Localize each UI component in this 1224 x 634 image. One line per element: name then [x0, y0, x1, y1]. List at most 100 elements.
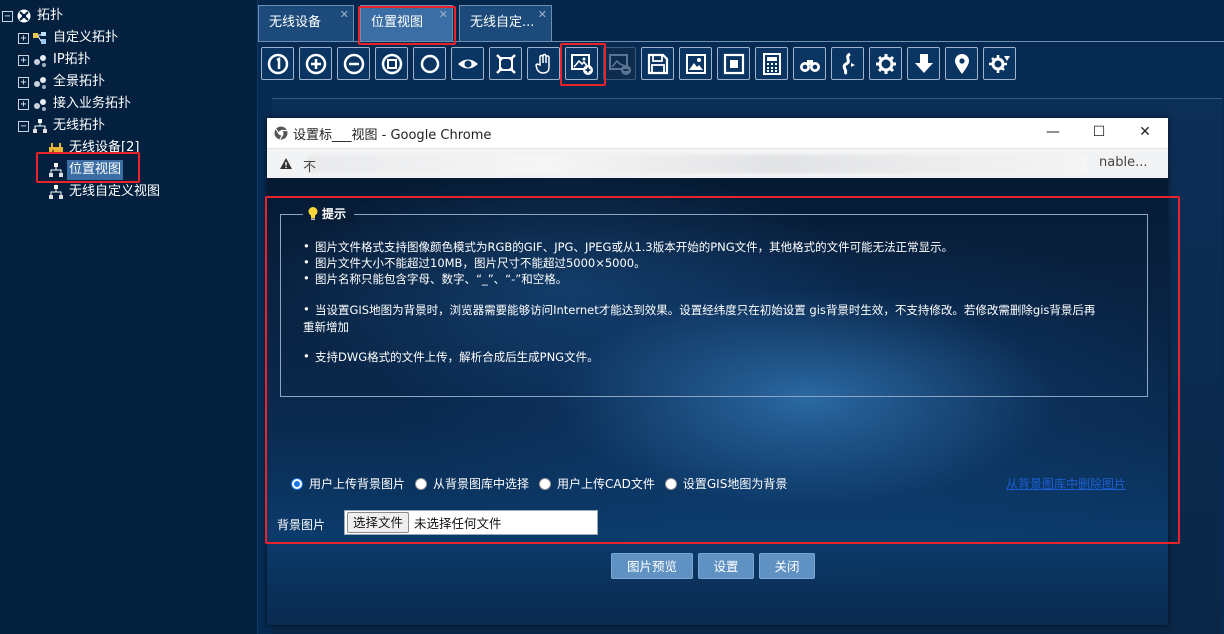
fit-icon	[381, 53, 402, 74]
file-status: 未选择任何文件	[414, 516, 502, 531]
settings-cog-icon	[988, 54, 1010, 73]
window-titlebar[interactable]: 设置标___视图 - Google Chrome — ☐ ✕	[267, 118, 1168, 148]
reset-view-icon	[267, 53, 288, 74]
set-button[interactable]: 设置	[698, 553, 754, 579]
panorama-topology-icon	[32, 74, 48, 90]
expand-toggle[interactable]: +	[18, 98, 29, 110]
tree-root-label: 拓扑	[37, 8, 64, 23]
expand-toggle[interactable]: +	[18, 32, 29, 44]
tree-item-label: 自定义拓扑	[53, 30, 119, 45]
tab-label: 位置视图	[371, 15, 424, 30]
close-window-button[interactable]: ✕	[1137, 124, 1153, 140]
expand-toggle[interactable]: +	[18, 76, 29, 88]
tree-item-location-view[interactable]: 位置视图	[48, 160, 124, 180]
frame-icon	[723, 53, 744, 74]
collapse-toggle[interactable]: −	[18, 120, 29, 132]
delete-library-image-link[interactable]: 从背景图库中删除图片	[1006, 475, 1126, 492]
fullscreen-button[interactable]	[489, 47, 522, 80]
download-icon	[914, 53, 933, 73]
tab-wireless-devices[interactable]: 无线设备 ✕	[258, 5, 354, 41]
tree-root[interactable]: − 拓扑	[2, 6, 65, 26]
add-background-button[interactable]	[565, 47, 598, 80]
maximize-button[interactable]: ☐	[1091, 124, 1107, 140]
wireless-topology-icon	[32, 118, 48, 134]
tree-item-label: 位置视图	[67, 160, 124, 180]
tree-item-label: 全景拓扑	[53, 74, 106, 89]
search-button[interactable]	[793, 47, 826, 80]
save-button[interactable]	[641, 47, 674, 80]
toolbar	[258, 41, 1224, 86]
tree-item-wireless-custom-view[interactable]: 无线自定义视图	[48, 182, 162, 202]
collapse-toggle[interactable]: −	[2, 10, 13, 22]
fullscreen-icon	[495, 53, 516, 74]
tip-line: 支持DWG格式的文件上传，解析合成后生成PNG文件。	[303, 349, 599, 365]
tip-line: 图片文件大小不能超过10MB，图片尺寸不能超过5000×5000。	[303, 255, 646, 271]
save-icon	[647, 53, 668, 74]
blurred-url	[307, 155, 1087, 173]
radio-upload-cad[interactable]	[539, 477, 552, 490]
radio-upload-image[interactable]	[291, 477, 303, 490]
custom-view-icon	[48, 184, 64, 200]
calculator-button[interactable]	[755, 47, 788, 80]
lightbulb-icon	[307, 206, 319, 222]
tree-item-label: 接入业务拓扑	[53, 96, 132, 111]
tree-item-panorama-topology[interactable]: + 全景拓扑	[18, 72, 107, 92]
zoom-in-button[interactable]	[299, 47, 332, 80]
add-background-icon	[570, 53, 593, 75]
address-bar[interactable]: 不 nable...	[267, 148, 1168, 178]
topology-tree: − 拓扑 + 自定义拓扑 + IP拓扑 + 全景拓扑 + 接入业务拓扑 − 无线…	[0, 0, 258, 634]
custom-topology-icon	[32, 30, 48, 46]
remove-background-button[interactable]	[603, 47, 636, 80]
download-button[interactable]	[907, 47, 940, 80]
radio-gis-map[interactable]	[664, 477, 677, 490]
choose-file-button[interactable]: 选择文件	[347, 512, 410, 533]
dialog-content: 提示 图片文件格式支持图像颜色模式为RGB的GIF、JPG、JPEG或从1.3版…	[267, 178, 1168, 625]
tips-title: 提示	[322, 207, 347, 221]
advanced-settings-button[interactable]	[983, 47, 1016, 80]
radio-label: 用户上传背景图片	[309, 477, 406, 491]
tip-line: 图片文件格式支持图像颜色模式为RGB的GIF、JPG、JPEG或从1.3版本开始…	[303, 239, 953, 255]
minimize-button[interactable]: —	[1045, 124, 1061, 140]
background-source-options: 用户上传背景图片 从背景图库中选择 用户上传CAD文件 设置GIS地图为背景	[291, 475, 797, 492]
radio-label: 从背景图库中选择	[433, 477, 530, 491]
tree-item-ip-topology[interactable]: + IP拓扑	[18, 50, 93, 70]
tree-item-wireless-devices[interactable]: 无线设备[2]	[48, 138, 141, 158]
close-icon[interactable]: ✕	[340, 0, 349, 32]
close-button[interactable]: 关闭	[759, 553, 815, 579]
frame-button[interactable]	[717, 47, 750, 80]
image-button[interactable]	[679, 47, 712, 80]
view-button[interactable]	[451, 47, 484, 80]
topology-icon	[16, 8, 32, 24]
radio-label: 设置GIS地图为背景	[682, 477, 788, 491]
tree-item-wireless-topology[interactable]: − 无线拓扑	[18, 116, 107, 136]
circle-icon	[420, 54, 439, 73]
close-icon[interactable]: ✕	[439, 0, 448, 32]
url-prefix: 不	[303, 160, 317, 175]
tab-label: 无线设备	[269, 15, 322, 30]
tree-item-access-topology[interactable]: + 接入业务拓扑	[18, 94, 133, 114]
tip-line-continued: 重新增加	[303, 320, 349, 334]
expand-toggle[interactable]: +	[18, 54, 29, 66]
settings-button[interactable]	[869, 47, 902, 80]
gear-icon	[875, 53, 896, 74]
preview-button[interactable]: 图片预览	[611, 553, 693, 579]
connect-icon	[842, 52, 855, 75]
zoom-out-button[interactable]	[337, 47, 370, 80]
radio-select-library[interactable]	[415, 477, 428, 490]
pan-button[interactable]	[527, 47, 560, 80]
tree-item-label: 无线拓扑	[53, 118, 106, 133]
fit-view-button[interactable]	[375, 47, 408, 80]
tab-location-view[interactable]: 位置视图 ✕	[360, 5, 453, 41]
circle-button[interactable]	[413, 47, 446, 80]
connect-button[interactable]	[831, 47, 864, 80]
reset-view-button[interactable]	[261, 47, 294, 80]
background-settings-window: 设置标___视图 - Google Chrome — ☐ ✕ 不 nable..…	[267, 118, 1168, 625]
close-icon[interactable]: ✕	[538, 0, 547, 32]
zoom-in-icon	[305, 53, 326, 74]
location-button[interactable]	[945, 47, 978, 80]
tab-wireless-custom[interactable]: 无线自定... ✕	[459, 5, 552, 41]
file-input[interactable]: 选择文件 未选择任何文件	[344, 510, 598, 535]
tree-item-custom-topology[interactable]: + 自定义拓扑	[18, 28, 120, 48]
tip-line: 当设置GIS地图为背景时，浏览器需要能够访问Internet才能达到效果。设置经…	[303, 302, 1095, 318]
window-title: 设置标___视图 - Google Chrome	[293, 127, 492, 143]
